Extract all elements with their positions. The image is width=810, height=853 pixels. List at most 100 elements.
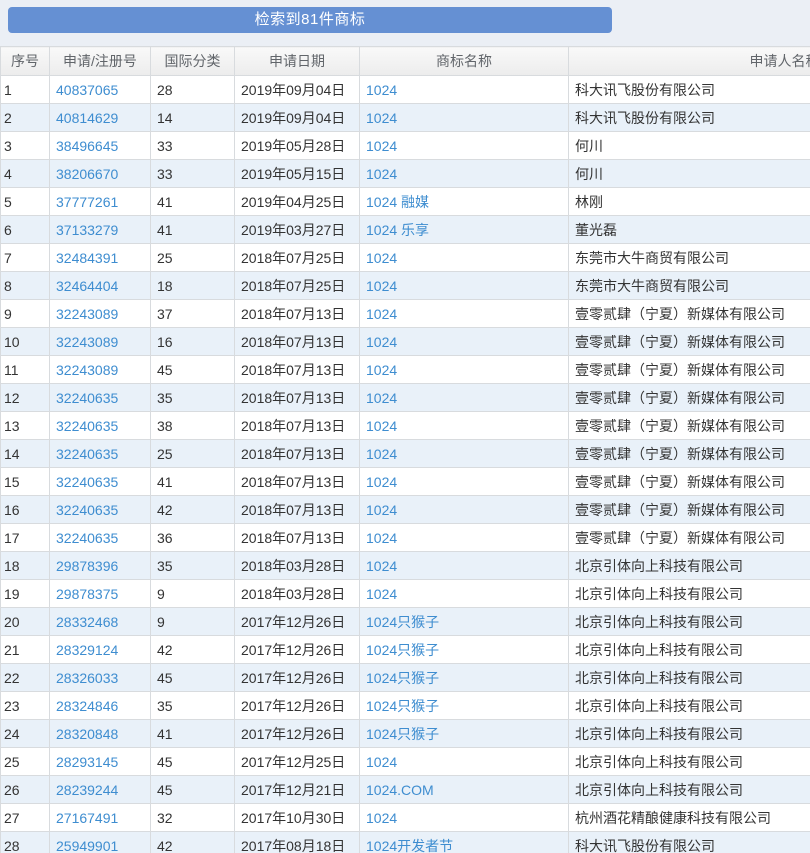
mark-name-link[interactable]: 1024 [366, 390, 397, 406]
reg-no-link[interactable]: 38496645 [56, 138, 118, 154]
reg-no-link[interactable]: 32243089 [56, 362, 118, 378]
reg-no-link[interactable]: 32240635 [56, 446, 118, 462]
mark-name-link[interactable]: 1024只猴子 [366, 670, 439, 686]
results-table-viewport: 序号申请/注册号国际分类申请日期商标名称申请人名称 14083706528201… [0, 46, 810, 853]
intl-class-cell: 42 [151, 832, 235, 853]
mark-name-link[interactable]: 1024 [366, 474, 397, 490]
mark-name-link[interactable]: 1024 [366, 110, 397, 126]
mark-name-link[interactable]: 1024 [366, 250, 397, 266]
table-row: 2727167491322017年10月30日1024杭州酒花精酿健康科技有限公… [1, 804, 810, 832]
reg-no-cell: 28239244 [50, 776, 151, 804]
app-date-cell: 2018年07月13日 [235, 356, 360, 384]
mark-name-link[interactable]: 1024只猴子 [366, 614, 439, 630]
mark-name-link[interactable]: 1024 融媒 [366, 194, 429, 210]
reg-no-link[interactable]: 37133279 [56, 222, 118, 238]
reg-no-link[interactable]: 32464404 [56, 278, 118, 294]
mark-name-link[interactable]: 1024 [366, 362, 397, 378]
mark-name-cell: 1024 [360, 552, 569, 580]
no-cell: 7 [1, 244, 50, 272]
mark-name-link[interactable]: 1024 [366, 530, 397, 546]
reg-no-link[interactable]: 28332468 [56, 614, 118, 630]
reg-no-link[interactable]: 28329124 [56, 642, 118, 658]
reg-no-link[interactable]: 40814629 [56, 110, 118, 126]
reg-no-link[interactable]: 32243089 [56, 334, 118, 350]
mark-name-link[interactable]: 1024开发者节 [366, 838, 453, 853]
app-date-cell: 2019年09月04日 [235, 104, 360, 132]
reg-no-link[interactable]: 25949901 [56, 838, 118, 853]
reg-no-link[interactable]: 32240635 [56, 418, 118, 434]
mark-name-cell: 1024 [360, 76, 569, 104]
table-row: 2128329124422017年12月26日1024只猴子北京引体向上科技有限… [1, 636, 810, 664]
reg-no-link[interactable]: 37777261 [56, 194, 118, 210]
reg-no-link[interactable]: 28324846 [56, 698, 118, 714]
reg-no-link[interactable]: 32243089 [56, 306, 118, 322]
mark-name-link[interactable]: 1024只猴子 [366, 642, 439, 658]
mark-name-link[interactable]: 1024 [366, 166, 397, 182]
column-header-mark-name: 商标名称 [360, 47, 569, 76]
reg-no-link[interactable]: 27167491 [56, 810, 118, 826]
mark-name-link[interactable]: 1024 [366, 138, 397, 154]
table-row: 732484391252018年07月25日1024东莞市大牛商贸有限公司 [1, 244, 810, 272]
mark-name-link[interactable]: 1024 [366, 418, 397, 434]
mark-name-cell: 1024 [360, 580, 569, 608]
reg-no-link[interactable]: 32240635 [56, 474, 118, 490]
mark-name-link[interactable]: 1024 [366, 502, 397, 518]
intl-class-cell: 42 [151, 496, 235, 524]
no-cell: 25 [1, 748, 50, 776]
applicant-cell: 北京引体向上科技有限公司 [569, 580, 810, 608]
reg-no-link[interactable]: 32484391 [56, 250, 118, 266]
mark-name-cell: 1024.COM [360, 776, 569, 804]
mark-name-link[interactable]: 1024 [366, 558, 397, 574]
reg-no-cell: 38206670 [50, 160, 151, 188]
mark-name-link[interactable]: 1024 [366, 446, 397, 462]
applicant-cell: 壹零贰肆（宁夏）新媒体有限公司 [569, 328, 810, 356]
reg-no-link[interactable]: 28320848 [56, 726, 118, 742]
mark-name-link[interactable]: 1024 [366, 810, 397, 826]
app-date-cell: 2017年12月26日 [235, 608, 360, 636]
app-date-cell: 2018年07月13日 [235, 496, 360, 524]
applicant-cell: 北京引体向上科技有限公司 [569, 748, 810, 776]
reg-no-link[interactable]: 28239244 [56, 782, 118, 798]
intl-class-cell: 37 [151, 300, 235, 328]
reg-no-link[interactable]: 32240635 [56, 390, 118, 406]
reg-no-link[interactable]: 40837065 [56, 82, 118, 98]
reg-no-link[interactable]: 32240635 [56, 502, 118, 518]
intl-class-cell: 18 [151, 272, 235, 300]
applicant-cell: 北京引体向上科技有限公司 [569, 552, 810, 580]
no-cell: 17 [1, 524, 50, 552]
mark-name-cell: 1024 [360, 384, 569, 412]
reg-no-cell: 32464404 [50, 272, 151, 300]
no-cell: 9 [1, 300, 50, 328]
no-cell: 6 [1, 216, 50, 244]
reg-no-link[interactable]: 32240635 [56, 530, 118, 546]
app-date-cell: 2019年05月28日 [235, 132, 360, 160]
mark-name-link[interactable]: 1024 [366, 278, 397, 294]
no-cell: 5 [1, 188, 50, 216]
reg-no-link[interactable]: 29878375 [56, 586, 118, 602]
reg-no-cell: 28293145 [50, 748, 151, 776]
no-cell: 21 [1, 636, 50, 664]
reg-no-cell: 29878375 [50, 580, 151, 608]
mark-name-link[interactable]: 1024 [366, 306, 397, 322]
reg-no-link[interactable]: 28293145 [56, 754, 118, 770]
reg-no-link[interactable]: 28326033 [56, 670, 118, 686]
mark-name-link[interactable]: 1024 [366, 334, 397, 350]
mark-name-link[interactable]: 1024 [366, 82, 397, 98]
mark-name-link[interactable]: 1024.COM [366, 782, 434, 798]
reg-no-link[interactable]: 38206670 [56, 166, 118, 182]
no-cell: 24 [1, 720, 50, 748]
intl-class-cell: 25 [151, 440, 235, 468]
reg-no-cell: 32484391 [50, 244, 151, 272]
table-row: 1732240635362018年07月13日1024壹零贰肆（宁夏）新媒体有限… [1, 524, 810, 552]
mark-name-link[interactable]: 1024 [366, 754, 397, 770]
mark-name-cell: 1024只猴子 [360, 664, 569, 692]
mark-name-link[interactable]: 1024只猴子 [366, 726, 439, 742]
table-row: 1632240635422018年07月13日1024壹零贰肆（宁夏）新媒体有限… [1, 496, 810, 524]
table-row: 438206670332019年05月15日1024何川 [1, 160, 810, 188]
reg-no-cell: 27167491 [50, 804, 151, 832]
mark-name-link[interactable]: 1024 [366, 586, 397, 602]
mark-name-link[interactable]: 1024只猴子 [366, 698, 439, 714]
mark-name-link[interactable]: 1024 乐享 [366, 222, 429, 238]
reg-no-link[interactable]: 29878396 [56, 558, 118, 574]
applicant-cell: 北京引体向上科技有限公司 [569, 636, 810, 664]
